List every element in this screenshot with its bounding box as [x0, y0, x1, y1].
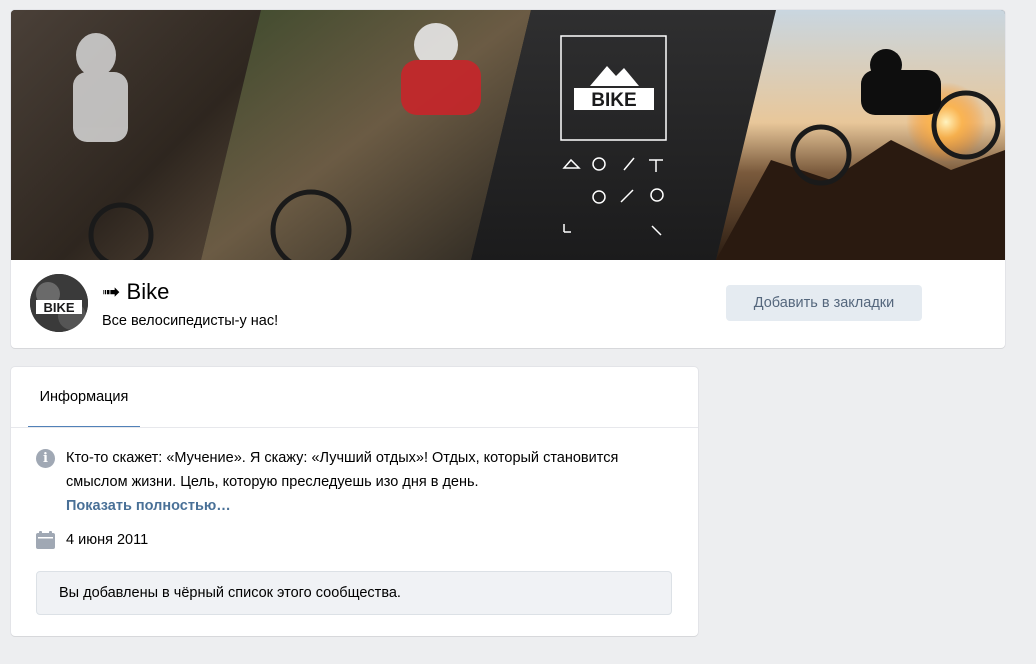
avatar-logo-text: BIKE — [43, 300, 74, 315]
group-name: ➟ Bike — [102, 279, 170, 304]
group-status: Все велосипедисты-у нас! — [102, 313, 279, 329]
info-circle-icon: i — [36, 449, 55, 468]
cover-logo-text: BIKE — [591, 90, 636, 111]
tab-divider — [11, 427, 698, 428]
calendar-icon — [36, 531, 55, 549]
group-header-card: BIKE BIKE ➟ Bike Все велосипедисты-у нас… — [11, 10, 1005, 348]
info-card: Информация i Кто-то скажет: «Мучение». Я… — [11, 367, 698, 636]
add-to-bookmarks-button[interactable]: Добавить в закладки — [726, 285, 922, 321]
show-more-link[interactable]: Показать полностью… — [66, 494, 231, 518]
group-description: Кто-то скажет: «Мучение». Я скажу: «Лучш… — [66, 450, 619, 490]
group-avatar[interactable]: BIKE — [30, 274, 88, 332]
blacklist-notice: Вы добавлены в чёрный список этого сообщ… — [36, 571, 672, 615]
cover-image: BIKE — [11, 10, 1005, 260]
tab-information[interactable]: Информация — [28, 367, 140, 428]
founded-date: 4 июня 2011 — [66, 532, 149, 548]
blacklist-notice-text: Вы добавлены в чёрный список этого сообщ… — [59, 585, 401, 601]
avatar-logo-image: BIKE — [30, 274, 88, 332]
